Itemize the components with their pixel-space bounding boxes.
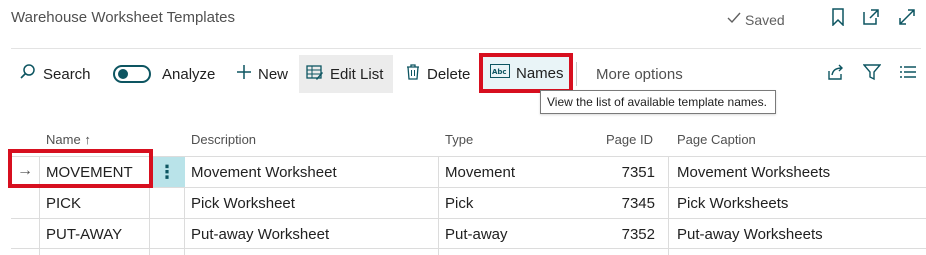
- plus-icon: [236, 64, 252, 84]
- column-header-type[interactable]: Type: [445, 132, 473, 147]
- search-button[interactable]: Search: [12, 55, 98, 93]
- column-header-description[interactable]: Description: [191, 132, 256, 147]
- delete-button[interactable]: Delete: [398, 55, 477, 93]
- cell-type[interactable]: Movement: [445, 164, 515, 181]
- column-header-page-caption[interactable]: Page Caption: [677, 132, 756, 147]
- new-button[interactable]: New: [229, 55, 295, 93]
- analyze-label: Analyze: [162, 65, 216, 83]
- cell-page-caption[interactable]: Movement Worksheets: [677, 164, 830, 181]
- column-header-name[interactable]: Name ↑: [46, 132, 91, 147]
- saved-status: Saved: [726, 10, 785, 29]
- cell-description[interactable]: Movement Worksheet: [191, 164, 337, 181]
- names-button[interactable]: Abc Names: [479, 53, 573, 93]
- open-new-window-icon[interactable]: [861, 7, 881, 27]
- tooltip: View the list of available template name…: [540, 90, 776, 114]
- new-label: New: [258, 65, 289, 83]
- abc-icon: Abc: [490, 64, 510, 82]
- checkmark-icon: [726, 10, 742, 29]
- cell-type[interactable]: Put-away: [445, 226, 508, 243]
- share-icon: [827, 63, 845, 85]
- filter-button[interactable]: [856, 55, 888, 93]
- saved-label: Saved: [745, 11, 785, 28]
- more-options-label: More options: [596, 65, 683, 83]
- search-label: Search: [43, 65, 91, 83]
- delete-label: Delete: [427, 65, 471, 83]
- edit-list-button[interactable]: Edit List: [299, 55, 393, 93]
- list-view-button[interactable]: [892, 55, 924, 93]
- column-header-page-id[interactable]: Page ID: [580, 132, 653, 147]
- expand-icon[interactable]: [897, 7, 917, 27]
- more-options-button[interactable]: More options: [589, 55, 690, 93]
- cell-type[interactable]: Pick: [445, 195, 473, 212]
- share-button[interactable]: [820, 55, 852, 93]
- analyze-toggle[interactable]: Analyze: [106, 55, 222, 93]
- cell-name[interactable]: PUT-AWAY: [46, 226, 122, 243]
- cell-description[interactable]: Put-away Worksheet: [191, 226, 329, 243]
- names-label: Names: [516, 64, 564, 82]
- toolbar-separator: [576, 62, 577, 86]
- cell-description[interactable]: Pick Worksheet: [191, 195, 295, 212]
- cell-page-caption[interactable]: Put-away Worksheets: [677, 226, 823, 243]
- cell-page-id[interactable]: 7352: [580, 226, 655, 243]
- search-icon: [19, 63, 37, 85]
- trash-icon: [405, 63, 421, 85]
- column-divider: [668, 157, 669, 255]
- row-actions-kebab-icon[interactable]: ⋮: [149, 157, 185, 187]
- filter-icon: [862, 63, 882, 85]
- page-title: Warehouse Worksheet Templates: [11, 9, 235, 26]
- list-view-icon: [899, 64, 917, 84]
- edit-list-label: Edit List: [330, 65, 384, 83]
- svg-text:Abc: Abc: [492, 68, 507, 76]
- column-divider: [438, 157, 439, 255]
- cell-page-caption[interactable]: Pick Worksheets: [677, 195, 788, 212]
- edit-list-icon: [306, 63, 324, 85]
- cell-page-id[interactable]: 7345: [580, 195, 655, 212]
- toggle-switch[interactable]: [113, 65, 151, 83]
- header-divider: [11, 48, 921, 49]
- bookmark-icon[interactable]: [828, 7, 848, 27]
- cell-page-id[interactable]: 7351: [580, 164, 655, 181]
- cell-name[interactable]: MOVEMENT: [46, 164, 133, 181]
- cell-name[interactable]: PICK: [46, 195, 81, 212]
- sort-ascending-icon: ↑: [84, 132, 91, 147]
